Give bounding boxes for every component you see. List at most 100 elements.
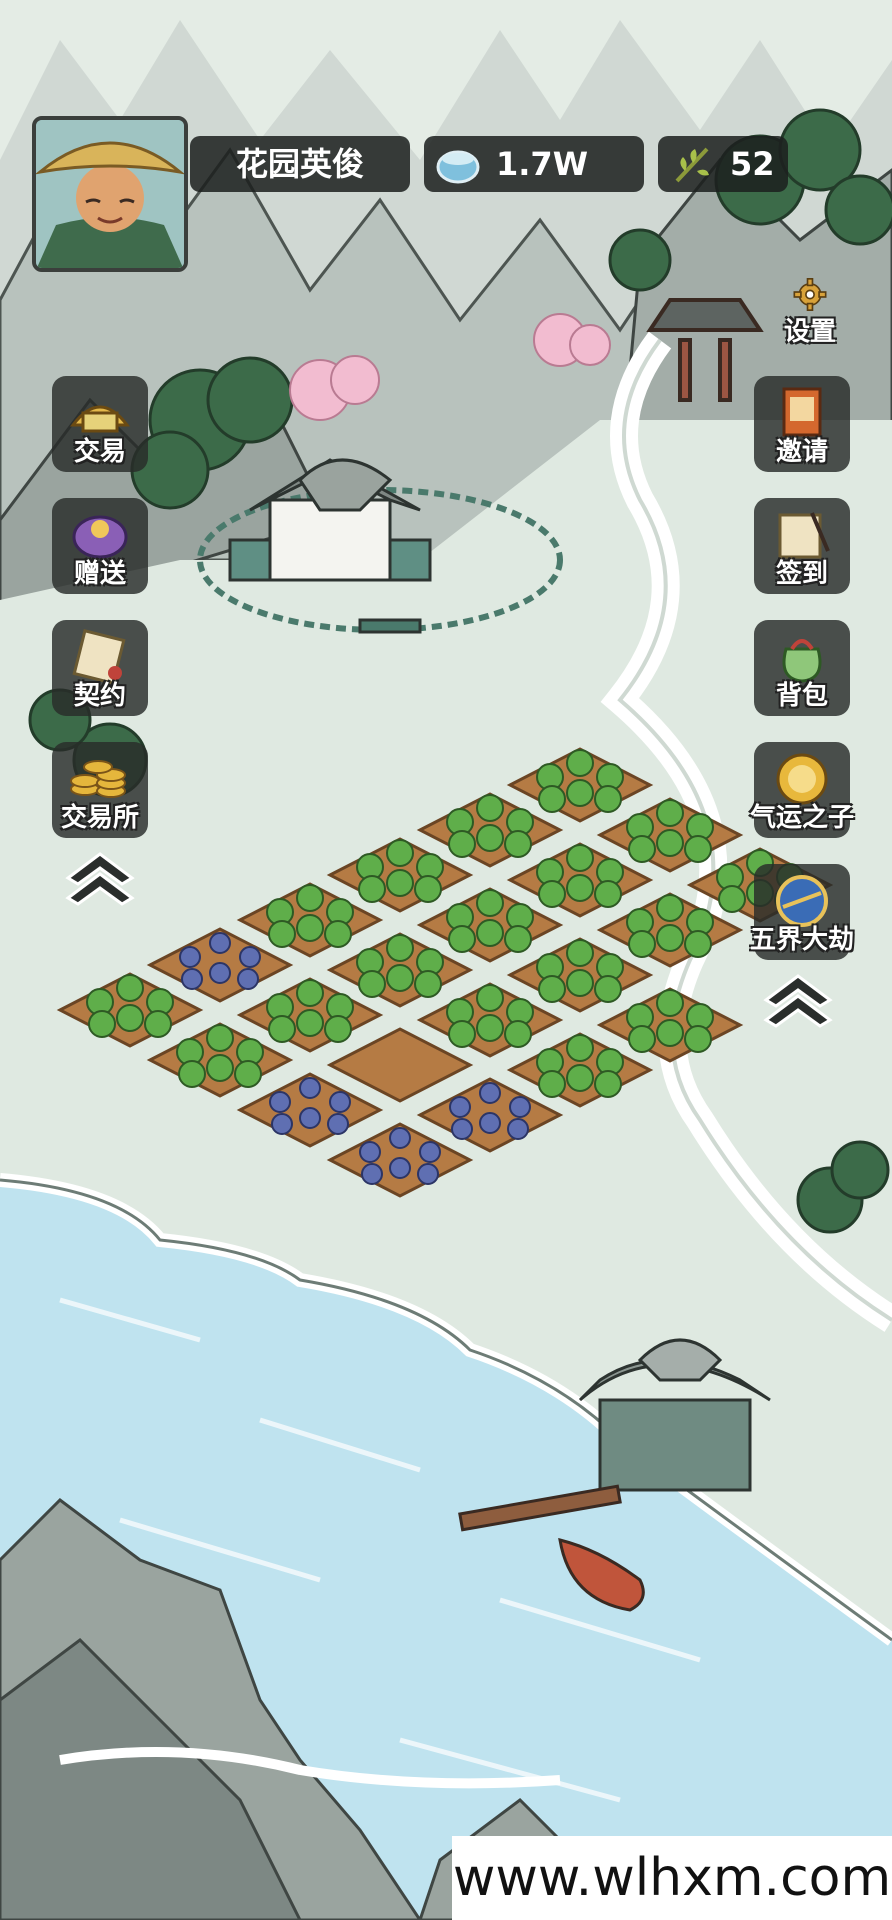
crop-plant [656, 829, 684, 857]
contract-button[interactable]: 契约 [52, 620, 148, 716]
crop-plant [448, 1020, 476, 1048]
exchange-button[interactable]: 交易所 [52, 742, 148, 838]
crop-plant [386, 839, 414, 867]
coin-panel[interactable]: 1.7W [424, 136, 644, 192]
fortune-label: 气运之子 [750, 803, 855, 833]
crop-plant [538, 1070, 566, 1098]
crop-plant [628, 835, 656, 863]
crop-plant [296, 1009, 324, 1037]
crop-plant [504, 830, 532, 858]
crop-fruit [451, 1118, 473, 1140]
stamina-amount: 52 [730, 145, 775, 183]
crop-fruit [389, 1157, 411, 1179]
collapse-left-menu-icon[interactable] [60, 846, 140, 906]
crop-plant [386, 934, 414, 962]
player-name-panel: 花园英俊 [190, 136, 410, 192]
crop-fruit [329, 1091, 351, 1113]
crop-plant [684, 1025, 712, 1053]
crop-plant [628, 930, 656, 958]
crop-plant [538, 880, 566, 908]
crop-plant [476, 1014, 504, 1042]
fortune-button[interactable]: 气运之子 [750, 742, 854, 838]
crop-fruit [179, 946, 201, 968]
crop-plant [566, 939, 594, 967]
farmer-avatar-icon [36, 120, 184, 268]
crop-fruit [209, 932, 231, 954]
crop-fruit [417, 1163, 439, 1185]
crop-fruit [237, 968, 259, 990]
crop-plant [684, 930, 712, 958]
crop-fruit [299, 1107, 321, 1129]
crop-plant [504, 925, 532, 953]
crop-fruit [449, 1096, 471, 1118]
crop-fruit [361, 1163, 383, 1185]
crop-fruit [181, 968, 203, 990]
crop-fruit [479, 1082, 501, 1104]
crop-plant [656, 894, 684, 922]
settings-label: 设置 [783, 317, 836, 347]
crop-plant [504, 1020, 532, 1048]
invite-label: 邀请 [775, 437, 828, 467]
crop-fruit [209, 962, 231, 984]
crop-plant [448, 925, 476, 953]
crop-fruit [507, 1118, 529, 1140]
crop-plant [116, 974, 144, 1002]
crop-plant [88, 1010, 116, 1038]
crop-plant [414, 970, 442, 998]
coin-amount: 1.7W [496, 145, 588, 183]
bag-label: 背包 [775, 681, 828, 711]
crop-plant [684, 835, 712, 863]
crop-plant [594, 975, 622, 1003]
calamity-button[interactable]: 五界大劫 [750, 864, 854, 960]
crop-plant [268, 1015, 296, 1043]
player-avatar[interactable] [32, 116, 188, 272]
crop-fruit [419, 1141, 441, 1163]
crop-plant [206, 1024, 234, 1052]
crop-plant [566, 969, 594, 997]
crop-plant [144, 1010, 172, 1038]
crop-plant [476, 984, 504, 1012]
crop-plant [324, 1015, 352, 1043]
trade-button[interactable]: 交易 [52, 376, 148, 472]
crop-plant [476, 794, 504, 822]
gift-label: 赠送 [73, 559, 126, 589]
checkin-button[interactable]: 签到 [754, 498, 850, 594]
crop-plant [386, 964, 414, 992]
crop-fruit [269, 1091, 291, 1113]
gift-button[interactable]: 赠送 [52, 498, 148, 594]
crop-plant [656, 924, 684, 952]
crop-plant [538, 785, 566, 813]
bag-button[interactable]: 背包 [754, 620, 850, 716]
stamina-panel[interactable]: 52 [658, 136, 788, 192]
crop-fruit [479, 1112, 501, 1134]
calamity-label: 五界大劫 [750, 925, 855, 955]
crop-plant [566, 749, 594, 777]
contract-label: 契约 [73, 681, 126, 711]
crop-plant [414, 875, 442, 903]
crop-fruit [327, 1113, 349, 1135]
checkin-label: 签到 [775, 559, 828, 589]
invite-button[interactable]: 邀请 [754, 376, 850, 472]
crop-fruit [271, 1113, 293, 1135]
collapse-right-menu-icon[interactable] [758, 968, 838, 1028]
crop-plant [296, 979, 324, 1007]
herb-icon [664, 136, 720, 192]
crop-plant [268, 920, 296, 948]
crop-plant [594, 1070, 622, 1098]
crop-plant [566, 844, 594, 872]
crop-plant [358, 875, 386, 903]
crop-plant [296, 884, 324, 912]
settings-button[interactable]: 设置 [768, 278, 852, 348]
crop-plant [206, 1054, 234, 1082]
crop-plant [476, 889, 504, 917]
crop-plant [656, 989, 684, 1017]
trade-label: 交易 [73, 437, 126, 467]
crop-plant [566, 874, 594, 902]
crop-plant [358, 970, 386, 998]
map-background [0, 0, 892, 1920]
crop-plant [448, 830, 476, 858]
farm-map-scene [0, 0, 892, 1920]
watermark: www.wlhxm.com [452, 1836, 892, 1920]
crop-plant [594, 785, 622, 813]
crop-plant [386, 869, 414, 897]
